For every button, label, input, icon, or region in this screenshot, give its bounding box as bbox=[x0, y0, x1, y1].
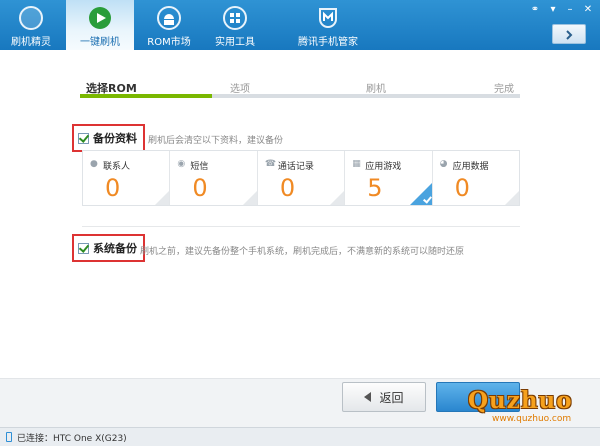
card-label: 应用数据 bbox=[452, 162, 489, 172]
phone-icon: ☎ bbox=[264, 159, 277, 169]
tab-tencent-manager[interactable]: 腾讯手机管家 bbox=[290, 0, 366, 50]
step-options: 选项 bbox=[230, 84, 250, 95]
backup-data-title: 备份资料 bbox=[93, 132, 137, 145]
card-messages[interactable]: ◉ 短信 0 bbox=[170, 151, 258, 205]
tab-flash-wizard[interactable]: 刷机精灵 bbox=[0, 0, 62, 50]
s-logo-icon bbox=[19, 6, 43, 30]
status-bar: 已连接：HTC One X(G23) bbox=[0, 427, 600, 446]
tab-label: 刷机精灵 bbox=[11, 37, 51, 48]
card-count: 0 bbox=[279, 174, 296, 202]
card-count: 5 bbox=[367, 174, 383, 202]
shield-icon bbox=[316, 6, 340, 30]
tab-label: 腾讯手机管家 bbox=[298, 37, 358, 48]
card-call-log[interactable]: ☎ 通话记录 0 bbox=[257, 151, 346, 205]
card-corner bbox=[505, 191, 520, 205]
feedback-icon[interactable]: ⚭ bbox=[528, 4, 542, 16]
grid-icon bbox=[223, 6, 247, 30]
pie-icon: ◕ bbox=[439, 159, 448, 169]
card-count: 0 bbox=[192, 174, 208, 202]
menu-icon[interactable]: ▾ bbox=[546, 4, 560, 16]
system-backup-checkbox[interactable]: 系统备份 bbox=[72, 234, 145, 262]
card-count: 0 bbox=[454, 174, 470, 202]
close-icon[interactable]: ✕ bbox=[581, 4, 595, 16]
back-button-label: 返回 bbox=[379, 390, 404, 405]
message-icon: ◉ bbox=[177, 159, 186, 169]
tab-label: ROM市场 bbox=[147, 37, 191, 48]
card-corner bbox=[155, 191, 170, 205]
step-flash: 刷机 bbox=[366, 84, 386, 95]
tab-one-click-flash[interactable]: 一键刷机 bbox=[66, 0, 134, 50]
card-corner bbox=[330, 191, 345, 205]
return-arrow-button[interactable] bbox=[552, 24, 586, 44]
section-divider bbox=[82, 226, 520, 227]
tab-label: 实用工具 bbox=[215, 37, 255, 48]
progress-fill bbox=[80, 94, 212, 98]
progress-track bbox=[80, 94, 520, 98]
tab-tools[interactable]: 实用工具 bbox=[204, 0, 266, 50]
card-label: 短信 bbox=[190, 162, 209, 172]
main-content: 选择ROM 选项 刷机 完成 备份资料 刷机后会清空以下资料，建议备份 ● 联系… bbox=[0, 50, 600, 428]
app-icon: ▦ bbox=[352, 159, 361, 169]
system-backup-title: 系统备份 bbox=[93, 242, 137, 255]
step-done: 完成 bbox=[494, 84, 514, 95]
card-app-data[interactable]: ◕ 应用数据 0 bbox=[432, 151, 520, 205]
card-label: 通话记录 bbox=[277, 162, 314, 172]
play-icon bbox=[88, 6, 112, 30]
device-icon bbox=[6, 432, 12, 442]
card-corner bbox=[242, 191, 257, 205]
card-label: 应用游戏 bbox=[365, 162, 402, 172]
backup-cards: ● 联系人 0 ◉ 短信 0 ☎ 通话记录 0 ▦ 应用游戏 5 ◕ 应用数据 … bbox=[82, 150, 520, 206]
card-count: 0 bbox=[105, 174, 121, 202]
left-arrow-icon bbox=[364, 392, 372, 402]
checkbox-checked-icon bbox=[78, 242, 89, 254]
connection-status: 已连接：HTC One X(G23) bbox=[17, 433, 127, 444]
top-nav-bar: 刷机精灵 一键刷机 ROM市场 实用工具 腾讯手机管家 ⚭ ▾ – ✕ bbox=[0, 0, 600, 50]
watermark-logo: Quzhuo bbox=[468, 387, 573, 414]
backup-data-checkbox[interactable]: 备份资料 bbox=[72, 124, 145, 152]
system-backup-desc: 刷机之前，建议先备份整个手机系统，刷机完成后，不满意新的系统可以随时还原 bbox=[140, 247, 465, 257]
minimize-icon[interactable]: – bbox=[563, 4, 577, 16]
backup-data-desc: 刷机后会清空以下资料，建议备份 bbox=[148, 136, 284, 146]
card-apps-games[interactable]: ▦ 应用游戏 5 bbox=[345, 151, 433, 205]
back-button[interactable]: 返回 bbox=[342, 382, 426, 412]
card-label: 联系人 bbox=[103, 162, 131, 172]
checkbox-checked-icon bbox=[78, 132, 89, 144]
tab-rom-market[interactable]: ROM市场 bbox=[138, 0, 200, 50]
watermark-url: www.quzhuo.com bbox=[492, 414, 572, 424]
tab-label: 一键刷机 bbox=[80, 37, 120, 48]
person-icon: ● bbox=[90, 159, 98, 169]
android-icon bbox=[157, 6, 181, 30]
card-contacts[interactable]: ● 联系人 0 bbox=[83, 151, 171, 205]
return-arrow-icon bbox=[566, 30, 573, 40]
